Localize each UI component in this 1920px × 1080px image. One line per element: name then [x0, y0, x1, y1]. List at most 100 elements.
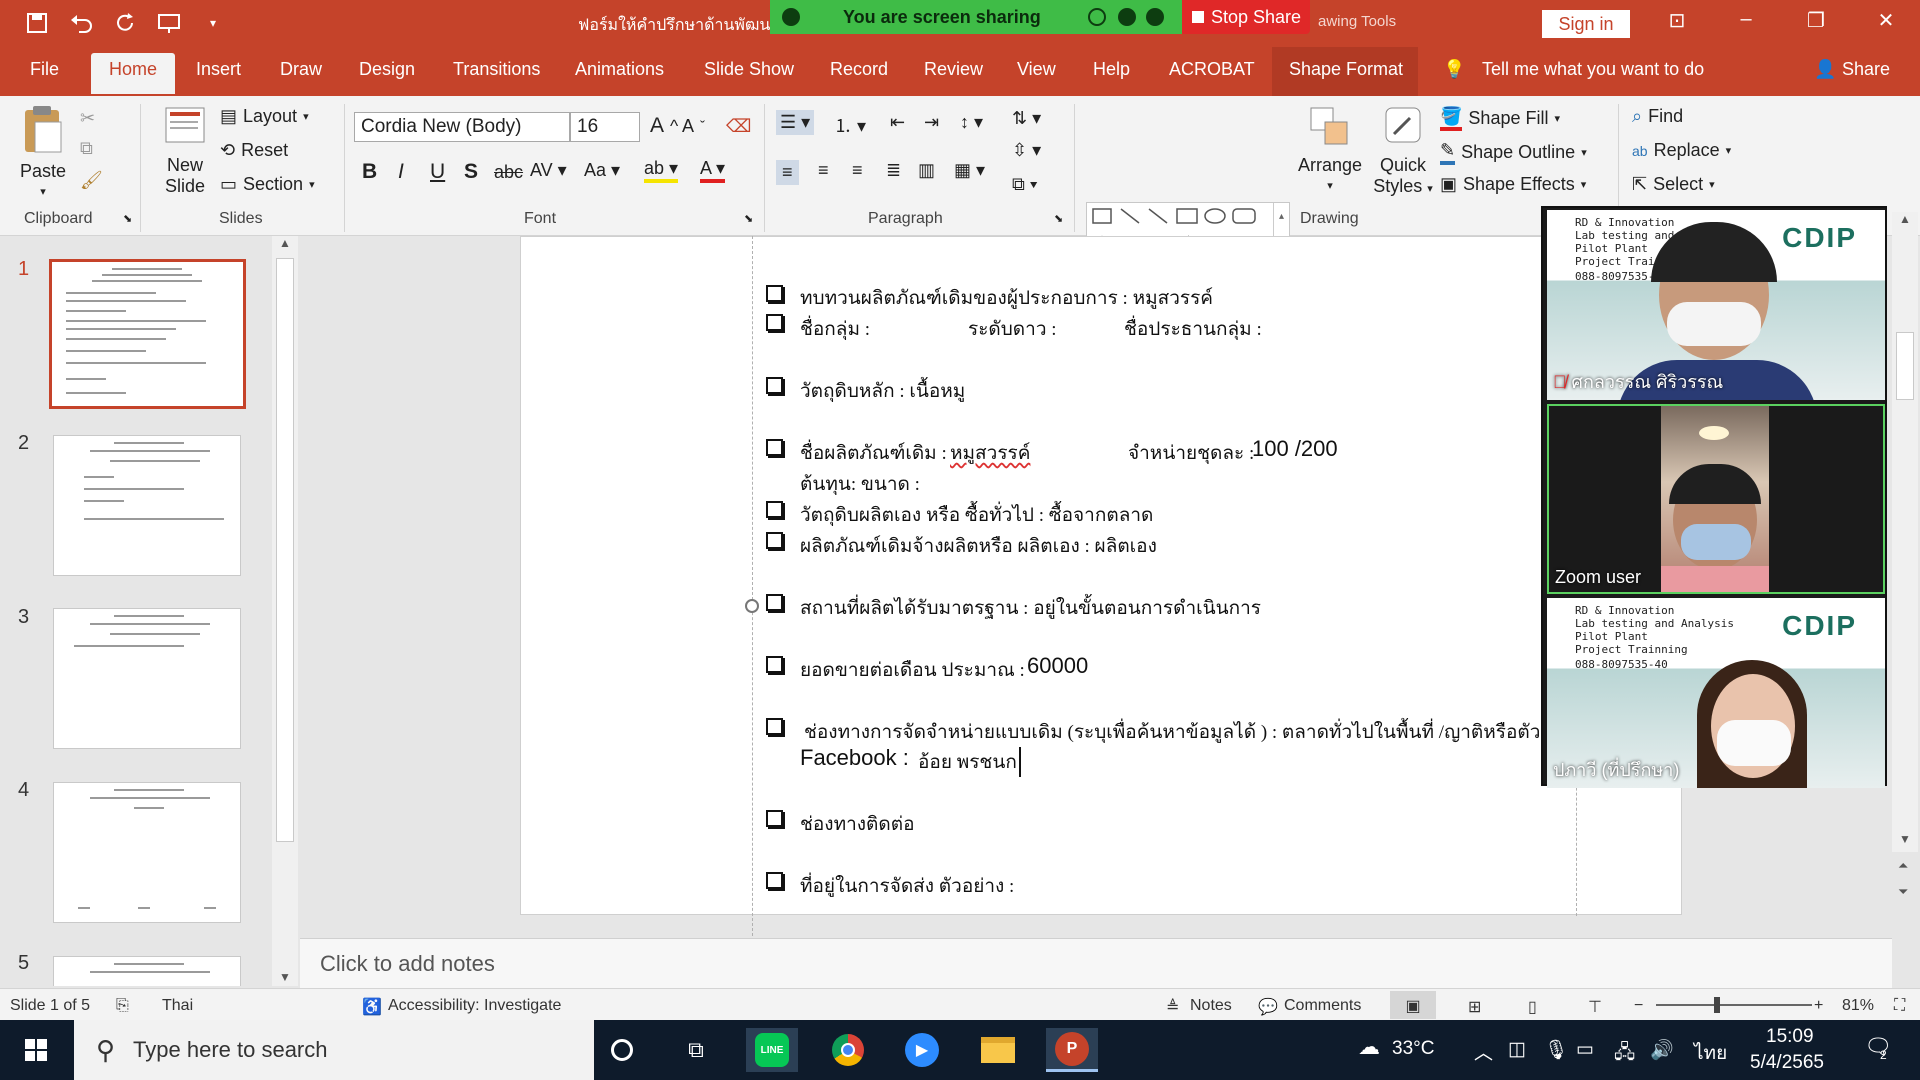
copy-icon[interactable]: ⧉: [80, 138, 93, 159]
chrome-icon[interactable]: [822, 1028, 874, 1072]
align-right-icon[interactable]: ≡: [852, 160, 863, 181]
tab-design[interactable]: Design: [359, 59, 415, 80]
tab-help[interactable]: Help: [1093, 59, 1130, 80]
clipboard-launcher-icon[interactable]: ⬊: [123, 212, 132, 225]
zoom-level[interactable]: 81%: [1842, 997, 1874, 1015]
normal-view-icon[interactable]: ▣: [1390, 991, 1436, 1019]
notes-toggle[interactable]: Notes: [1190, 997, 1232, 1015]
decrease-font-size-icon[interactable]: Aˇ: [682, 116, 705, 137]
tab-file[interactable]: File: [30, 59, 59, 80]
character-spacing-icon[interactable]: AV ▾: [530, 160, 567, 181]
decrease-indent-icon[interactable]: ⇤: [890, 112, 905, 133]
ribbon-display-options-icon[interactable]: ⊡: [1657, 8, 1697, 38]
replace-button[interactable]: ab Replace ▾: [1632, 140, 1731, 161]
font-family-combo[interactable]: Cordia New (Body): [354, 112, 570, 142]
save-icon[interactable]: [22, 8, 52, 38]
tab-view[interactable]: View: [1017, 59, 1056, 80]
microphone-icon[interactable]: 🎙: [1544, 1038, 1568, 1062]
windows-start-icon[interactable]: [10, 1028, 62, 1072]
slide-thumbnail-3[interactable]: [53, 608, 241, 749]
tab-acrobat[interactable]: ACROBAT: [1169, 59, 1255, 80]
share-button[interactable]: Share: [1842, 59, 1890, 80]
align-text-icon[interactable]: ⇳ ▾: [1012, 140, 1041, 161]
comments-toggle[interactable]: Comments: [1284, 997, 1361, 1015]
clock-date[interactable]: 5/4/2565: [1750, 1052, 1824, 1074]
next-slide-icon[interactable]: ⏷: [1898, 884, 1908, 900]
notes-pane[interactable]: Click to add notes: [300, 938, 1892, 988]
tell-me-search[interactable]: Tell me what you want to do: [1482, 59, 1704, 80]
paste-button[interactable]: Paste ▾: [18, 104, 68, 203]
shadow-icon[interactable]: S: [464, 160, 478, 184]
scroll-thumb[interactable]: [276, 258, 294, 842]
participant-video-1[interactable]: RD & Innovation Lab testing and Analy Pi…: [1547, 210, 1885, 400]
tab-shape-format[interactable]: Shape Format: [1289, 59, 1403, 80]
text-direction-icon[interactable]: ⇅ ▾: [1012, 108, 1041, 129]
select-button[interactable]: ⇱ Select ▾: [1632, 174, 1715, 195]
tab-review[interactable]: Review: [924, 59, 983, 80]
find-button[interactable]: ⌕ Find: [1632, 106, 1683, 127]
slide-thumbnail-5[interactable]: [53, 956, 241, 986]
clock-time[interactable]: 15:09: [1766, 1026, 1814, 1048]
participant-video-2[interactable]: Zoom user: [1547, 404, 1885, 594]
tab-draw[interactable]: Draw: [280, 59, 322, 80]
taskbar-search-box[interactable]: ⚲ Type here to search: [74, 1020, 594, 1080]
fit-to-window-icon[interactable]: ⛶: [1894, 997, 1905, 1015]
volume-icon[interactable]: 🔊: [1650, 1038, 1674, 1062]
numbering-icon[interactable]: ⒈ ▾: [834, 112, 866, 138]
cut-icon[interactable]: ✂: [80, 108, 95, 129]
tab-animations[interactable]: Animations: [575, 59, 664, 80]
redo-icon[interactable]: [110, 8, 140, 38]
file-explorer-icon[interactable]: [972, 1028, 1024, 1072]
slide-canvas[interactable]: [520, 236, 1682, 915]
zoom-slider[interactable]: [1656, 997, 1812, 1013]
network-icon[interactable]: 🖧: [1614, 1038, 1635, 1070]
justify-icon[interactable]: ≣: [886, 160, 901, 181]
clear-formatting-icon[interactable]: ⌫: [726, 116, 751, 137]
minimize-icon[interactable]: –: [1726, 8, 1766, 38]
slide-thumbnail-2[interactable]: [53, 435, 241, 576]
new-slide-button[interactable]: New Slide: [152, 104, 218, 197]
highlight-icon[interactable]: ab ▾: [644, 158, 679, 183]
undo-icon[interactable]: [66, 8, 96, 38]
section-button[interactable]: ▭ Section ▾: [220, 174, 315, 195]
record-icon[interactable]: [1118, 8, 1136, 26]
paragraph-launcher-icon[interactable]: ⬊: [1054, 212, 1063, 225]
input-language[interactable]: ไทย: [1694, 1038, 1727, 1068]
tab-insert[interactable]: Insert: [196, 59, 241, 80]
tab-slide-show[interactable]: Slide Show: [704, 59, 794, 80]
scroll-down-icon[interactable]: ▼: [272, 970, 298, 984]
weather-temperature[interactable]: 33°C: [1392, 1038, 1434, 1060]
arrange-button[interactable]: Arrange ▾: [1298, 104, 1362, 197]
underline-icon[interactable]: U: [430, 160, 445, 184]
resize-handle[interactable]: [745, 599, 759, 613]
change-case-icon[interactable]: Aa ▾: [584, 160, 620, 181]
bullets-icon[interactable]: ☰ ▾: [776, 110, 815, 135]
align-left-icon[interactable]: ≡: [776, 160, 799, 185]
align-center-icon[interactable]: ≡: [818, 160, 829, 181]
zoom-app-icon[interactable]: ▶: [896, 1028, 948, 1072]
increase-font-size-icon[interactable]: A ^: [650, 114, 678, 138]
reading-view-icon[interactable]: ▯: [1528, 997, 1537, 1017]
zoom-out-icon[interactable]: −: [1634, 997, 1643, 1015]
customize-qat-icon[interactable]: ▾: [198, 8, 228, 38]
present-from-start-icon[interactable]: [154, 8, 184, 38]
slide-sorter-icon[interactable]: ⊞: [1468, 997, 1481, 1017]
powerpoint-icon[interactable]: P: [1046, 1028, 1098, 1072]
task-view-icon[interactable]: ⧉: [670, 1028, 722, 1072]
battery-icon[interactable]: ▭: [1576, 1038, 1594, 1061]
spelling-icon[interactable]: ⎘: [116, 997, 129, 1015]
stop-share-button[interactable]: Stop Share: [1182, 0, 1310, 34]
increase-indent-icon[interactable]: ⇥: [924, 112, 939, 133]
scroll-up-icon[interactable]: ▲: [1892, 212, 1918, 226]
zoom-slider-thumb[interactable]: [1714, 997, 1720, 1013]
font-color-icon[interactable]: A ▾: [700, 158, 726, 183]
thumbnail-scrollbar[interactable]: ▲ ▼: [272, 236, 298, 986]
video-gallery-panel[interactable]: RD & Innovation Lab testing and Analy Pi…: [1541, 206, 1887, 788]
previous-slide-icon[interactable]: ⏶: [1898, 858, 1908, 874]
scroll-down-icon[interactable]: ▼: [1892, 832, 1918, 846]
camera-icon[interactable]: ◫: [1508, 1038, 1526, 1061]
shape-effects-button[interactable]: ▣ Shape Effects ▾: [1440, 174, 1586, 195]
tab-transitions[interactable]: Transitions: [453, 59, 540, 80]
restore-icon[interactable]: ❐: [1796, 8, 1836, 38]
font-size-combo[interactable]: 16: [570, 112, 640, 142]
